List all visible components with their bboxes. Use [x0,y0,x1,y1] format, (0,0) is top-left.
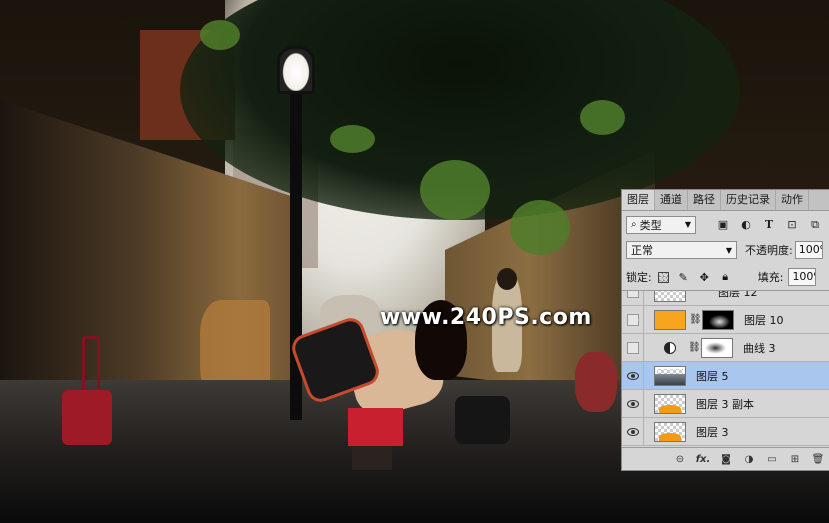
hidden-box-icon [626,291,639,298]
layer-row[interactable]: ⛓ 曲线 3 [622,334,829,362]
leaf-cluster [200,20,240,50]
blend-mode-select[interactable]: 正常 ▼ [626,241,737,259]
tab-layers[interactable]: 图层 [622,190,655,210]
add-mask-icon[interactable]: ◙ [719,452,733,466]
visibility-toggle[interactable] [622,291,644,306]
lock-move-icon[interactable]: ✥ [698,271,711,284]
photo-thumbnail [655,373,685,385]
layers-bottom-toolbar: ⊝ fx. ◙ ◑ ▭ ⊞ 🗑︎ [622,447,829,470]
text-icon[interactable]: T [762,218,776,232]
link-icon[interactable]: ⛓ [689,314,702,325]
layer-thumbnail [654,421,686,442]
blend-mode-value: 正常 [631,244,653,257]
visibility-toggle[interactable] [622,418,644,445]
layer-row[interactable]: 图层 12 [622,290,829,306]
layer-name: 图层 5 [696,369,729,383]
street-lamp [277,46,315,94]
new-layer-icon[interactable]: ⊞ [788,452,802,466]
layer-name: 图层 10 [744,313,784,327]
eye-icon [626,371,639,380]
panel-tabs: 图层 通道 路径 历史记录 动作 [622,190,829,211]
eye-icon [626,399,639,408]
leaf-cluster [510,200,570,255]
group-icon[interactable]: ▭ [765,452,779,466]
image-icon[interactable]: ▣ [716,218,730,232]
tab-channels[interactable]: 通道 [655,190,688,210]
layer-mask-thumbnail[interactable] [702,309,734,330]
visibility-toggle[interactable] [622,306,644,333]
filter-label: 类型 [639,218,662,232]
layer-mask-thumbnail[interactable] [701,337,733,358]
blend-row: 正常 ▼ 不透明度: 100% [626,240,829,260]
layer-row[interactable]: 图层 3 副本 [622,390,829,418]
leaf-cluster [330,125,375,153]
layer-thumbnail [654,365,686,386]
orange-shape [659,432,681,441]
visibility-toggle[interactable] [622,334,644,361]
layer-name: 图层 12 [718,290,758,299]
red-suitcase [62,390,112,445]
hidden-box-icon [626,313,639,326]
leaf-cluster [420,160,490,220]
orange-shape [659,404,681,413]
opacity-label: 不透明度: [745,244,793,257]
delete-icon[interactable]: 🗑︎ [811,452,825,466]
opacity-input[interactable]: 100% [794,241,823,259]
link-icon[interactable]: ⛓ [688,342,701,353]
tab-paths[interactable]: 路径 [688,190,721,210]
layer-name: 曲线 3 [743,341,776,355]
filter-row: ⌕ 类型 ▼ ▣ ◐ T ⊡ ⧉ [626,214,829,235]
walking-person-head [497,268,517,290]
leaf-cluster [580,100,625,135]
chevron-down-icon: ▼ [684,220,691,229]
lock-transparency-icon[interactable] [657,271,669,283]
layers-panel: 图层 通道 路径 历史记录 动作 ⌕ 类型 ▼ ▣ ◐ T ⊡ ⧉ 正常 ▼ 不… [621,189,829,471]
curves-adjustment-icon [664,341,676,354]
fill-label: 填充: [757,271,784,284]
smart-object-icon[interactable]: ⧉ [808,218,822,232]
tab-actions[interactable]: 动作 [776,190,809,210]
layer-name: 图层 3 [696,425,729,439]
lock-row: 锁定: ✎ ✥ 🔒︎ 填充: 100% [626,267,829,287]
link-icon[interactable]: ⊝ [673,452,687,466]
adjustment-icon[interactable]: ◐ [739,218,753,232]
layer-row[interactable]: ⛓ 图层 10 [622,306,829,334]
red-bag [348,408,403,446]
watermark-text: www.240PS.com [380,305,592,330]
suitcase-handle [82,336,100,392]
hidden-box-icon [626,341,639,354]
adjustment-layer-icon[interactable]: ◑ [742,452,756,466]
black-bag [455,396,510,444]
visibility-toggle[interactable] [622,362,644,389]
layer-thumbnail [654,309,686,330]
layer-thumbnail [654,393,686,414]
layer-thumbnail [654,291,686,302]
visibility-toggle[interactable] [622,390,644,417]
lock-label: 锁定: [626,271,652,284]
chevron-down-icon: ▼ [725,245,732,255]
fx-icon[interactable]: fx. [696,452,711,466]
layer-row[interactable]: 图层 3 [622,418,829,446]
layer-row[interactable]: 图层 5 [622,362,829,390]
eye-icon [626,427,639,436]
lock-paint-icon[interactable]: ✎ [677,271,690,284]
shape-icon[interactable]: ⊡ [785,218,799,232]
tab-history[interactable]: 历史记录 [721,190,776,210]
fill-input[interactable]: 100% [788,268,817,286]
search-icon: ⌕ [631,219,637,230]
layers-list: 图层 12 ⛓ 图层 10 ⛓ 曲线 3 图层 5 图层 3 副本 图层 3 [622,290,829,449]
layer-filter-select[interactable]: ⌕ 类型 ▼ [626,215,696,234]
lock-all-icon[interactable]: 🔒︎ [719,270,732,284]
layer-name: 图层 3 副本 [696,397,754,411]
crouching-person [575,352,617,412]
